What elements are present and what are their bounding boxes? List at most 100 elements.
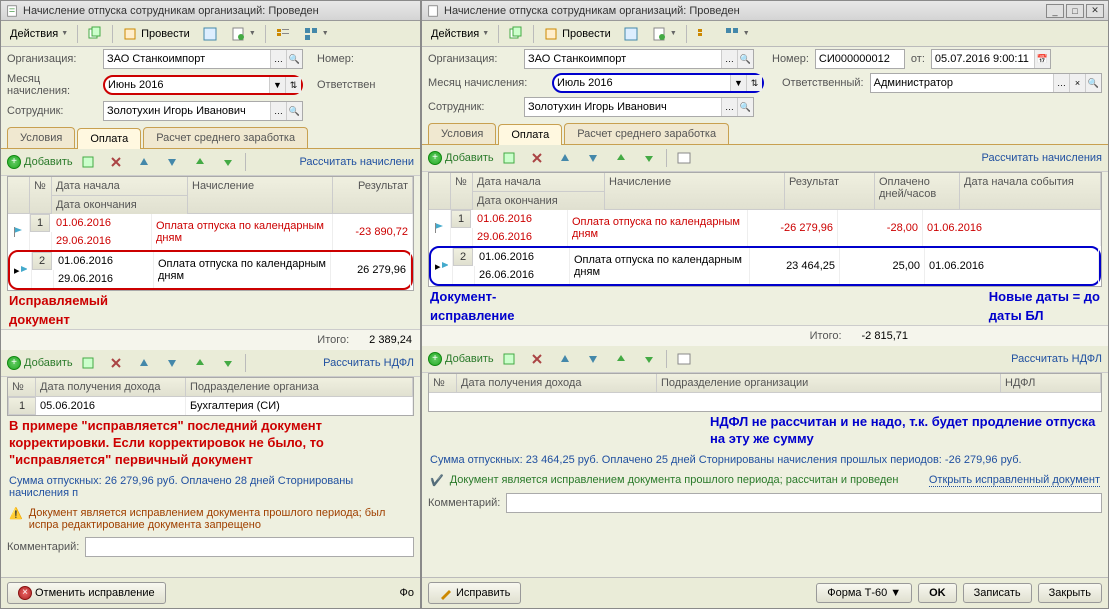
ok-btn[interactable]: OK — [918, 583, 957, 603]
table-row[interactable]: 1 01.06.201629.06.2016 Оплата отпуска по… — [8, 214, 413, 250]
emp-input[interactable]: Золотухин Игорь Иванович…🔍 — [103, 101, 303, 121]
copy-btn[interactable] — [503, 24, 529, 44]
dropdown-icon[interactable]: ▼ — [269, 77, 285, 93]
tool-4[interactable]: ▼ — [298, 24, 334, 44]
ndfl-toolbar: +Добавить Рассчитать НДФЛ — [422, 346, 1108, 373]
calc-link[interactable]: Рассчитать начисления — [982, 152, 1103, 164]
cancel-fix-btn[interactable]: ×Отменить исправление — [7, 582, 166, 604]
flag-icon — [441, 261, 448, 271]
table-row[interactable]: ▸ 2 01.06.201626.06.2016 Оплата отпуска … — [429, 246, 1101, 286]
tool-1[interactable] — [197, 24, 223, 44]
flag-icon — [12, 225, 25, 239]
bottom-bar: ×Отменить исправление Фо — [1, 577, 420, 608]
comment-input[interactable] — [506, 493, 1102, 513]
tool-3[interactable] — [270, 24, 296, 44]
open-corrected-link[interactable]: Открыть исправленный документ — [929, 474, 1100, 487]
month-input[interactable]: Июль 2016▼⇅ — [552, 73, 764, 93]
add-ndfl[interactable]: +Добавить — [428, 352, 494, 366]
window-right: Начисление отпуска сотрудникам организац… — [421, 0, 1109, 609]
actions-menu[interactable]: Действия▼ — [426, 24, 494, 44]
date-input[interactable]: 05.07.2016 9:00:11📅 — [931, 49, 1051, 69]
t1[interactable] — [75, 152, 101, 172]
add-link[interactable]: +Добавить — [428, 151, 494, 165]
tab-conditions[interactable]: Условия — [428, 123, 496, 144]
save-btn[interactable]: Записать — [963, 583, 1032, 603]
t4[interactable] — [159, 152, 185, 172]
actions-menu[interactable]: Действия▼ — [5, 24, 73, 44]
table-row[interactable]: ▸ 2 01.06.201629.06.2016 Оплата отпуска … — [8, 250, 413, 290]
org-input[interactable]: ЗАО Станкоимпорт…🔍 — [103, 49, 303, 69]
calc-link[interactable]: Рассчитать начислени — [299, 156, 414, 168]
table-row[interactable]: 1 05.06.2016 Бухгалтерия (СИ) — [8, 397, 413, 415]
search-icon[interactable]: 🔍 — [286, 50, 302, 68]
post-btn[interactable]: Провести — [538, 24, 616, 44]
tab-avg[interactable]: Расчет среднего заработка — [143, 127, 308, 148]
tool-2[interactable]: ▼ — [225, 24, 261, 44]
check-icon: ✔️ — [430, 474, 444, 487]
summary: Сумма отпускных: 23 464,25 руб. Оплачено… — [422, 450, 1108, 470]
big-annotation: В примере "исправляется" последний докум… — [1, 416, 420, 471]
warn-icon: ⚠️ — [9, 507, 23, 520]
doc-icon — [426, 4, 440, 18]
total-row: Итого: 2 389,24 — [1, 329, 420, 350]
titlebar-right: Начисление отпуска сотрудникам организац… — [422, 1, 1108, 21]
add-ndfl[interactable]: +Добавить — [7, 356, 73, 370]
emp-input[interactable]: Золотухин Игорь Иванович…🔍 — [524, 97, 754, 117]
accrual-toolbar: +Добавить Рассчитать начисления — [422, 145, 1108, 172]
ndfl-table: № Дата получения дохода Подразделение ор… — [428, 373, 1102, 412]
col-end: Дата окончания — [52, 196, 188, 214]
fix-btn[interactable]: Исправить — [428, 582, 521, 604]
pencil-icon — [439, 586, 453, 600]
accrual-toolbar: +Добавить Рассчитать начислени — [1, 149, 420, 176]
col-start: Дата начала — [52, 177, 188, 196]
window-title: Начисление отпуска сотрудникам организац… — [23, 5, 319, 17]
titlebar-left: Начисление отпуска сотрудникам организац… — [1, 1, 420, 21]
accrual-table: № Дата начала Дата окончания Начисление … — [428, 172, 1102, 287]
copy-btn[interactable] — [82, 24, 108, 44]
form-btn[interactable]: Форма Т-60▼ — [816, 583, 912, 603]
close-btn[interactable]: Закрыть — [1038, 583, 1102, 603]
tab-avg[interactable]: Расчет среднего заработка — [564, 123, 729, 144]
row-emp: Сотрудник: Золотухин Игорь Иванович…🔍 — [1, 99, 420, 123]
add-link[interactable]: +Добавить — [7, 155, 73, 169]
max-btn[interactable]: □ — [1066, 4, 1084, 18]
annotation: Исправляемый — [1, 291, 420, 310]
month-label: Месяц начисления: — [7, 73, 97, 97]
ellipsis-btn[interactable]: … — [270, 50, 286, 68]
org-label: Организация: — [7, 53, 97, 65]
t2[interactable] — [103, 152, 129, 172]
calc-ndfl[interactable]: Рассчитать НДФЛ — [1011, 353, 1102, 365]
comment-row: Комментарий: — [1, 535, 420, 559]
window-title: Начисление отпуска сотрудникам организац… — [444, 5, 740, 17]
tab-payment[interactable]: Оплата — [77, 128, 141, 149]
main-toolbar: Действия▼ Провести ▼ ▼ — [422, 21, 1108, 47]
min-btn[interactable]: _ — [1046, 4, 1064, 18]
t6[interactable] — [215, 152, 241, 172]
row-month: Месяц начисления: Июнь 2016▼⇅ Ответствен — [1, 71, 420, 99]
tab-conditions[interactable]: Условия — [7, 127, 75, 148]
annotation: даты БЛ — [981, 306, 1108, 325]
comment-row: Комментарий: — [422, 491, 1108, 515]
calc-ndfl[interactable]: Рассчитать НДФЛ — [323, 357, 414, 369]
main-toolbar: Действия▼ Провести ▼ ▼ — [1, 21, 420, 47]
resp-label: Ответствен — [317, 79, 375, 91]
table-row[interactable]: 1 01.06.201629.06.2016 Оплата отпуска по… — [429, 210, 1101, 246]
post-btn[interactable]: Провести — [117, 24, 195, 44]
number-label: Номер: — [317, 53, 354, 65]
t5[interactable] — [187, 152, 213, 172]
calendar-icon[interactable]: 📅 — [1034, 50, 1050, 68]
comment-input[interactable] — [85, 537, 414, 557]
t3[interactable] — [131, 152, 157, 172]
org-input[interactable]: ЗАО Станкоимпорт…🔍 — [524, 49, 754, 69]
number-input[interactable]: СИ000000012 — [815, 49, 905, 69]
close-btn[interactable]: ✕ — [1086, 4, 1104, 18]
annotation: Новые даты = до — [981, 287, 1108, 306]
tab-payment[interactable]: Оплата — [498, 124, 562, 145]
resp-input[interactable]: Администратор…×🔍 — [870, 73, 1102, 93]
row-org: Организация: ЗАО Станкоимпорт…🔍 Номер: — [1, 47, 420, 71]
spin-icon[interactable]: ⇅ — [285, 77, 301, 93]
col-n: № — [30, 177, 52, 214]
month-input[interactable]: Июнь 2016▼⇅ — [103, 75, 303, 95]
doc-icon — [5, 4, 19, 18]
flag-icon — [20, 265, 27, 275]
